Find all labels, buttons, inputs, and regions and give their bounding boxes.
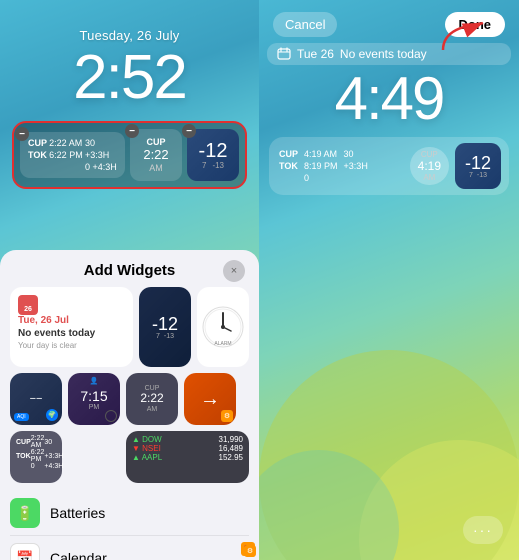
calendar-widget-large[interactable]: 26 Tue, 26 Jul No events today Your day …	[10, 287, 133, 367]
widget-grid-row1: 26 Tue, 26 Jul No events today Your day …	[0, 287, 259, 367]
cancel-button[interactable]: Cancel	[273, 12, 337, 37]
aqi-badge: AQI	[14, 413, 29, 421]
neg12-widget-sheet[interactable]: -12 7 -13	[139, 287, 191, 367]
calendar-label: Calendar	[50, 550, 107, 560]
widget-row: − CUP 2:22 AM 30 TOK 6:22 PM +3:3H	[20, 129, 239, 181]
right-neg12-widget: -12 7 -13	[455, 143, 501, 189]
time-widget[interactable]: 👤 7:15 PM	[68, 373, 120, 425]
sheet-close-button[interactable]: ×	[223, 260, 245, 282]
right-tz-widget: CUP 4:19 AM 30 TOK 8:19 PM +3:3H 0	[277, 148, 404, 184]
sheet-header: Add Widgets ×	[0, 250, 259, 287]
tz-widget-left: CUP 2:22 AM 30 TOK 6:22 PM +3:3H	[20, 132, 125, 178]
clock-widget-sheet[interactable]: ALARM ⏰	[197, 287, 249, 367]
aqi-widget[interactable]: −− AQI 🌍	[10, 373, 62, 425]
right-widget-row: CUP 4:19 AM 30 TOK 8:19 PM +3:3H 0	[277, 143, 501, 189]
arrow-widget[interactable]: → ⚙	[184, 373, 236, 425]
decorative-bg	[259, 260, 519, 560]
right-time: 4:49	[259, 69, 519, 129]
batteries-label: Batteries	[50, 505, 105, 521]
widget-red-border: − CUP 2:22 AM 30 TOK 6:22 PM +3:3H	[12, 121, 247, 189]
left-panel: Tuesday, 26 July 2:52 − CUP 2:22 AM 30	[0, 0, 259, 560]
sheet-title: Add Widgets	[84, 262, 176, 279]
stock-widget-sheet[interactable]: ▲ DOW 31,990 ▼ NSEI 16,489 ▲ AAPL 152.95	[126, 431, 249, 483]
remove-neg12-button[interactable]: −	[182, 124, 196, 138]
cup-mini-widget[interactable]: CUP 2:22 AM	[126, 373, 178, 425]
date-bar-text: Tue 26	[297, 47, 334, 61]
cup-time: 2:22	[143, 147, 168, 163]
right-panel: Cancel Done Tue 26 No events today 4:49 …	[259, 0, 519, 560]
neg12-number: -12	[199, 141, 228, 161]
neg12-big-sub: 7 -13	[156, 333, 174, 340]
red-arrow-indicator	[433, 15, 493, 55]
batteries-list-item[interactable]: 🔋 Batteries	[10, 491, 249, 536]
spacer	[68, 431, 120, 483]
remove-small-widget-button[interactable]: −	[125, 124, 139, 138]
calendar-icon: 📅	[10, 543, 40, 560]
tz-widget-sheet[interactable]: CUP 2:22 AM 30 TOK 6:22 PM +3:3H 0 +4:3H	[10, 431, 62, 483]
widget-grid-row2: −− AQI 🌍 👤 7:15 PM CUP 2:22 AM →	[0, 373, 259, 425]
neg12-big: -12	[152, 315, 178, 333]
cup-small-widget: CUP 2:22 AM	[130, 129, 182, 181]
neg12-widget: -12 7 -13	[187, 129, 239, 181]
cup-ampm: AM	[149, 163, 163, 173]
left-date: Tuesday, 26 July	[0, 28, 259, 43]
widget-date: Tue, 26 Jul	[18, 315, 125, 326]
widget-no-events: No events today	[18, 328, 125, 339]
widget-area: − CUP 2:22 AM 30 TOK 6:22 PM +3:3H	[12, 121, 247, 189]
list-section: 🔋 Batteries 📅 Calendar	[0, 491, 259, 560]
cup-pill-widget: CUP 4:19 AM	[410, 147, 449, 185]
widget-grid-row3: CUP 2:22 AM 30 TOK 6:22 PM +3:3H 0 +4:3H	[0, 431, 259, 483]
widget-weather: Your day is clear	[18, 341, 125, 350]
neg12-sub: 7 -13	[202, 161, 224, 170]
calendar-list-item[interactable]: 📅 Calendar	[10, 536, 249, 560]
add-widgets-sheet: Add Widgets × 26 Tue, 26 Jul No events t…	[0, 250, 259, 560]
remove-widget-button[interactable]: −	[15, 127, 29, 141]
three-dots-button[interactable]: ···	[463, 516, 503, 544]
cup-label: CUP	[146, 137, 165, 147]
calendar-small-icon	[277, 47, 291, 61]
no-events-text: No events today	[340, 47, 427, 61]
left-time: 2:52	[0, 47, 259, 109]
svg-text:ALARM: ALARM	[214, 341, 231, 347]
batteries-icon: 🔋	[10, 498, 40, 528]
right-widget-area: CUP 4:19 AM 30 TOK 8:19 PM +3:3H 0	[269, 137, 509, 195]
